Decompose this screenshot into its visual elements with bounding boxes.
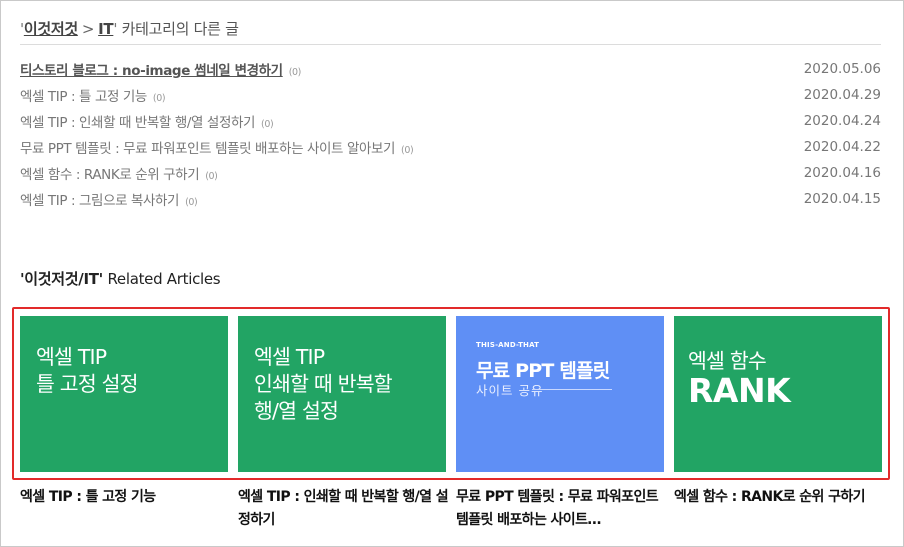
thumbnail-big-text: RANK	[688, 371, 791, 410]
post-list-item: 엑셀 TIP : 틀 고정 기능 (0) 2020.04.29	[20, 82, 881, 108]
post-title-link[interactable]: 엑셀 함수 : RANK로 순위 구하기	[20, 167, 200, 183]
thumbnail-line: 엑셀 함수	[688, 349, 767, 373]
category-path-link[interactable]: 이것저것	[24, 20, 78, 38]
related-thumbnail-link[interactable]: 엑셀 TIP 인쇄할 때 반복할 행/열 설정	[238, 316, 446, 472]
post-date: 2020.04.22	[803, 139, 881, 155]
post-list-item: 무료 PPT 템플릿 : 무료 파워포인트 템플릿 배포하는 사이트 알아보기 (…	[20, 134, 881, 160]
category-header: '이것저것 > IT' 카테고리의 다른 글	[20, 18, 881, 45]
post-date: 2020.04.15	[803, 191, 881, 207]
post-title-link[interactable]: 엑셀 TIP : 틀 고정 기능	[20, 89, 147, 105]
post-list-item: 티스토리 블로그 : no-image 썸네일 변경하기 (0) 2020.05.…	[20, 56, 881, 82]
comment-count: (0)	[205, 171, 218, 182]
category-header-suffix: 카테고리의 다른 글	[117, 20, 239, 38]
related-thumbnail-link[interactable]: THIS-AND-THAT 무료 PPT 템플릿 사이트 공유	[456, 316, 664, 472]
thumbnail-kicker: THIS-AND-THAT	[476, 341, 540, 349]
related-thumbnail-link[interactable]: 엑셀 함수 RANK	[674, 316, 882, 472]
thumbnail-text: 엑셀 TIP 틀 고정 설정	[36, 344, 139, 398]
post-title-link[interactable]: 엑셀 TIP : 그림으로 복사하기	[20, 193, 179, 209]
thumbnail-rule	[532, 389, 612, 390]
post-date: 2020.04.29	[803, 87, 881, 103]
thumbnail-line: 틀 고정 설정	[36, 372, 139, 396]
post-list-item: 엑셀 함수 : RANK로 순위 구하기 (0) 2020.04.16	[20, 160, 881, 186]
post-title-link[interactable]: 티스토리 블로그 : no-image 썸네일 변경하기	[20, 63, 283, 79]
comment-count: (0)	[288, 67, 302, 78]
thumbnail-title: 무료 PPT 템플릿	[476, 360, 610, 382]
thumbnail-line: 엑셀 TIP	[254, 345, 325, 369]
category-post-list: 티스토리 블로그 : no-image 썸네일 변경하기 (0) 2020.05.…	[20, 56, 881, 212]
related-thumbnail-link[interactable]: 엑셀 TIP 틀 고정 설정	[20, 316, 228, 472]
related-category-name: '이것저것/IT'	[20, 270, 103, 288]
comment-count: (0)	[401, 145, 414, 156]
related-caption-link[interactable]: 엑셀 TIP : 틀 고정 기능	[20, 486, 232, 509]
category-leaf-link[interactable]: IT	[98, 20, 114, 38]
post-date: 2020.04.24	[803, 113, 881, 129]
comment-count: (0)	[261, 119, 274, 130]
related-heading-text: Related Articles	[102, 270, 221, 288]
related-caption-link[interactable]: 무료 PPT 템플릿 : 무료 파워포인트 템플릿 배포하는 사이트…	[456, 486, 668, 532]
breadcrumb-separator: >	[81, 20, 95, 38]
post-list-item: 엑셀 TIP : 그림으로 복사하기 (0) 2020.04.15	[20, 186, 881, 212]
post-title-link[interactable]: 무료 PPT 템플릿 : 무료 파워포인트 템플릿 배포하는 사이트 알아보기	[20, 141, 395, 157]
related-caption-link[interactable]: 엑셀 TIP : 인쇄할 때 반복할 행/열 설정하기	[238, 486, 450, 532]
comment-count: (0)	[152, 93, 166, 104]
thumbnail-line: 행/열 설정	[254, 399, 339, 423]
post-title-link[interactable]: 엑셀 TIP : 인쇄할 때 반복할 행/열 설정하기	[20, 115, 255, 131]
post-list-item: 엑셀 TIP : 인쇄할 때 반복할 행/열 설정하기 (0) 2020.04.2…	[20, 108, 881, 134]
related-articles-heading: '이것저것/IT' Related Articles	[20, 268, 221, 289]
thumbnail-text: 엑셀 TIP 인쇄할 때 반복할 행/열 설정	[254, 344, 393, 425]
thumbnail-line: 인쇄할 때 반복할	[254, 372, 393, 396]
thumbnail-line: 엑셀 TIP	[36, 345, 107, 369]
comment-count: (0)	[185, 197, 198, 208]
post-date: 2020.05.06	[803, 61, 881, 77]
post-date: 2020.04.16	[803, 165, 881, 181]
related-caption-link[interactable]: 엑셀 함수 : RANK로 순위 구하기	[674, 486, 886, 509]
